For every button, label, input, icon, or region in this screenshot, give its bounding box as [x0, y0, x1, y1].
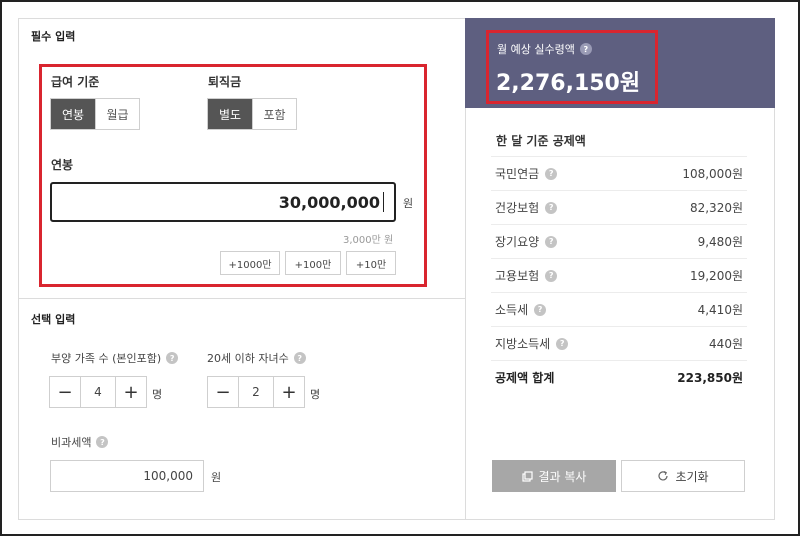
question-circle-icon[interactable]: ? [545, 235, 558, 248]
question-circle-icon[interactable]: ? [545, 201, 558, 214]
deduction-name: 국민연금 [495, 167, 540, 181]
deduction-total-row: 공제액 합계 223,850원 [491, 360, 747, 394]
children-decrement-button[interactable]: − [208, 377, 238, 407]
severance-toggle: 별도 포함 [207, 98, 297, 130]
deduction-row: 건강보험? 82,320원 [491, 190, 747, 224]
deduction-row: 장기요양? 9,480원 [491, 224, 747, 258]
deduction-total-amount: 223,850원 [677, 371, 743, 385]
deduction-amount: 108,000원 [682, 167, 743, 181]
question-circle-icon[interactable]: ? [166, 352, 179, 364]
deduction-name: 지방소득세 [495, 337, 551, 351]
non-taxable-label-row: 비과세액 ? [51, 434, 109, 450]
question-circle-icon[interactable]: ? [579, 43, 592, 55]
deduction-amount: 9,480원 [697, 235, 743, 249]
optional-section-title: 선택 입력 [31, 313, 76, 326]
add-10m-button[interactable]: +1000만 [220, 251, 280, 275]
deduction-row: 소득세? 4,410원 [491, 292, 747, 326]
deduction-name: 고용보험 [495, 269, 540, 283]
net-pay-label: 월 예상 실수령액 [497, 43, 575, 56]
children-increment-button[interactable]: + [274, 377, 304, 407]
question-circle-icon[interactable]: ? [293, 352, 306, 364]
deduction-row: 지방소득세? 440원 [491, 326, 747, 360]
reset-label: 초기화 [675, 469, 709, 484]
dependents-label-row: 부양 가족 수 (본인포함) ? [51, 350, 179, 366]
children-label: 20세 이하 자녀수 [207, 352, 289, 365]
add-100k-button[interactable]: +10만 [346, 251, 396, 275]
section-divider [18, 298, 465, 299]
non-taxable-unit: 원 [211, 471, 222, 484]
deduction-title: 한 달 기준 공제액 [496, 134, 586, 148]
salary-input[interactable]: 30,000,000 [50, 182, 396, 222]
pay-basis-option-monthly[interactable]: 월급 [95, 99, 139, 129]
copy-result-label: 결과 복사 [538, 469, 587, 484]
refresh-icon [658, 470, 669, 481]
severance-option-separate[interactable]: 별도 [208, 99, 252, 129]
children-stepper: − 2 + [207, 376, 305, 408]
deduction-name: 소득세 [495, 303, 529, 317]
question-circle-icon[interactable]: ? [545, 269, 558, 282]
question-circle-icon[interactable]: ? [545, 167, 558, 180]
dependents-unit: 명 [152, 388, 163, 401]
children-value[interactable]: 2 [238, 377, 274, 407]
dependents-value[interactable]: 4 [80, 377, 116, 407]
deduction-amount: 82,320원 [689, 201, 743, 215]
dependents-stepper: − 4 + [49, 376, 147, 408]
non-taxable-input[interactable]: 100,000 [50, 460, 204, 492]
deduction-amount: 19,200원 [689, 269, 743, 283]
pointer-arrow [458, 57, 465, 71]
dependents-decrement-button[interactable]: − [50, 377, 80, 407]
salary-unit: 원 [403, 197, 414, 210]
deduction-row: 국민연금? 108,000원 [491, 156, 747, 190]
children-unit: 명 [310, 388, 321, 401]
text-cursor [383, 192, 384, 212]
question-circle-icon[interactable]: ? [96, 436, 109, 448]
salary-input-value: 30,000,000 [278, 192, 380, 212]
severance-option-included[interactable]: 포함 [252, 99, 296, 129]
required-section-title: 필수 입력 [31, 30, 76, 43]
dependents-increment-button[interactable]: + [116, 377, 146, 407]
salary-hint: 3,000만 원 [343, 235, 394, 246]
deduction-name: 장기요양 [495, 235, 540, 249]
copy-result-button[interactable]: 결과 복사 [492, 460, 616, 492]
copy-icon [521, 470, 533, 482]
question-circle-icon[interactable]: ? [534, 303, 547, 316]
non-taxable-label: 비과세액 [51, 436, 92, 449]
deduction-amount: 440원 [709, 337, 743, 351]
net-pay-label-row: 월 예상 실수령액 ? [497, 41, 592, 57]
deduction-amount: 4,410원 [697, 303, 743, 317]
dependents-label: 부양 가족 수 (본인포함) [51, 352, 162, 365]
children-label-row: 20세 이하 자녀수 ? [207, 350, 306, 366]
salary-label: 연봉 [51, 158, 74, 172]
question-circle-icon[interactable]: ? [556, 337, 569, 350]
deduction-total-label: 공제액 합계 [495, 371, 555, 385]
deduction-row: 고용보험? 19,200원 [491, 258, 747, 292]
deduction-name: 건강보험 [495, 201, 540, 215]
pay-basis-toggle: 연봉 월급 [50, 98, 140, 130]
pay-basis-option-annual[interactable]: 연봉 [51, 99, 95, 129]
pay-basis-label: 급여 기준 [51, 75, 100, 89]
severance-label: 퇴직금 [208, 75, 242, 89]
net-pay-value: 2,276,150원 [496, 71, 641, 96]
reset-button[interactable]: 초기화 [621, 460, 745, 492]
add-1m-button[interactable]: +100만 [285, 251, 341, 275]
